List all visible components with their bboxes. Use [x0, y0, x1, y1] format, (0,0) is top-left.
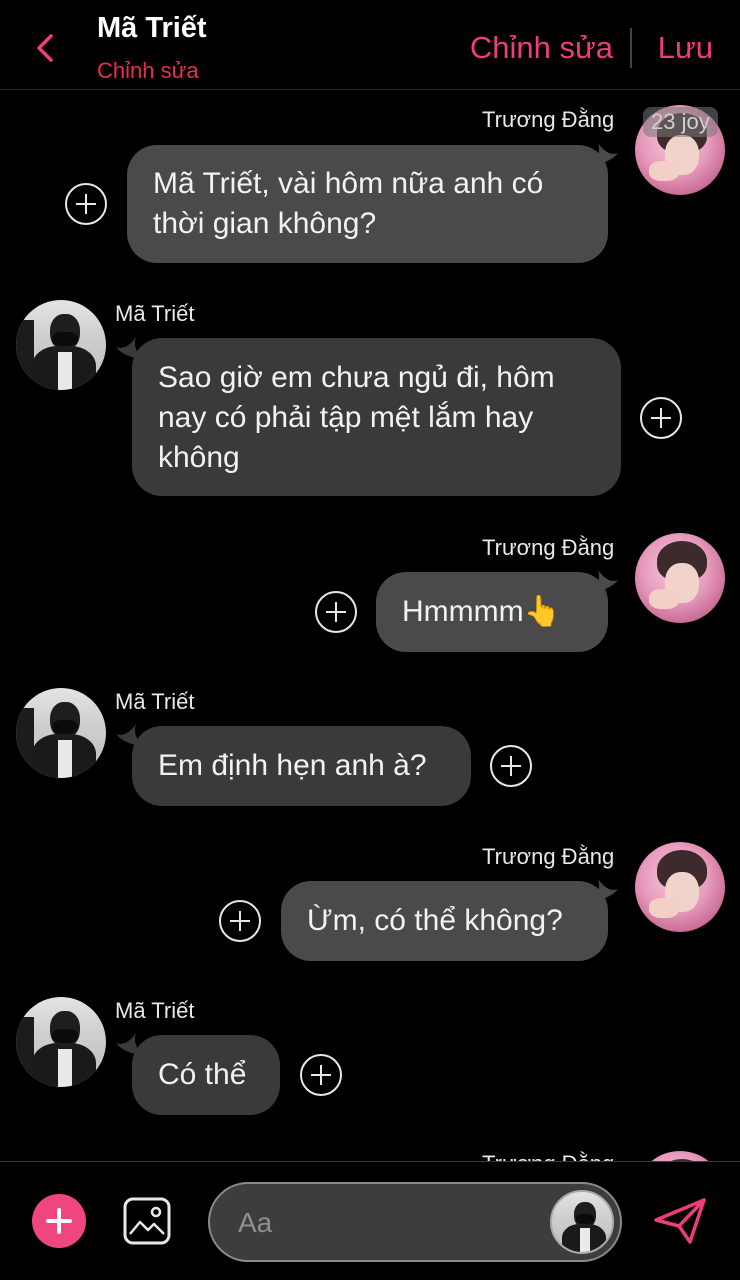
composer-bar — [0, 1161, 740, 1280]
message-input-container[interactable] — [208, 1182, 622, 1262]
plus-circle-icon[interactable] — [490, 745, 532, 787]
sender-name: Trương Đằng — [482, 535, 615, 560]
message-bubble[interactable]: Có thể — [132, 1035, 280, 1115]
sender-name: Mã Triết — [115, 689, 195, 714]
contact-name[interactable]: Mã Triết — [97, 12, 207, 45]
plus-circle-icon[interactable] — [219, 900, 261, 942]
edit-button[interactable]: Chỉnh sửa — [470, 30, 613, 66]
plus-circle-icon[interactable] — [640, 397, 682, 439]
sender-name: Mã Triết — [115, 301, 195, 326]
avatar[interactable] — [635, 533, 725, 623]
message-bubble[interactable]: Mã Triết, vài hôm nữa anh có thời gian k… — [127, 145, 608, 263]
avatar[interactable] — [635, 1151, 725, 1161]
sender-name: Mã Triết — [115, 998, 195, 1023]
message-bubble[interactable]: Hmmmm👆 — [376, 572, 608, 652]
message-bubble[interactable]: Sao giờ em chưa ngủ đi, hôm nay có phải … — [132, 338, 621, 496]
save-button[interactable]: Lưu — [658, 30, 713, 66]
message-bubble[interactable]: Em định hẹn anh à? — [132, 726, 471, 806]
plus-circle-icon[interactable] — [300, 1054, 342, 1096]
chat-thread[interactable]: Trương Đằng 23 joy Mã Triết, vài hôm nữa… — [0, 91, 740, 1161]
send-icon[interactable] — [652, 1196, 708, 1246]
sender-name: Trương Đằng — [482, 107, 615, 132]
plus-circle-icon[interactable] — [65, 183, 107, 225]
image-icon[interactable] — [122, 1196, 172, 1246]
persona-avatar[interactable] — [550, 1190, 614, 1254]
plus-circle-icon[interactable] — [315, 591, 357, 633]
message-bubble[interactable]: Ừm, có thể không? — [281, 881, 608, 961]
avatar[interactable] — [16, 300, 106, 390]
avatar[interactable] — [16, 688, 106, 778]
plus-icon[interactable] — [32, 1194, 86, 1248]
back-button[interactable] — [30, 28, 60, 68]
message-input[interactable] — [238, 1202, 538, 1244]
contact-subtitle[interactable]: Chỉnh sửa — [97, 58, 199, 84]
watermark: 23 joy — [643, 107, 718, 137]
chevron-left-icon — [37, 34, 53, 62]
header-divider — [630, 28, 632, 68]
chat-header: Mã Triết Chỉnh sửa Chỉnh sửa Lưu — [0, 0, 740, 90]
sender-name: Trương Đằng — [482, 844, 615, 869]
avatar[interactable] — [635, 842, 725, 932]
sender-name: Trương Đằng — [482, 1151, 614, 1161]
avatar[interactable] — [16, 997, 106, 1087]
